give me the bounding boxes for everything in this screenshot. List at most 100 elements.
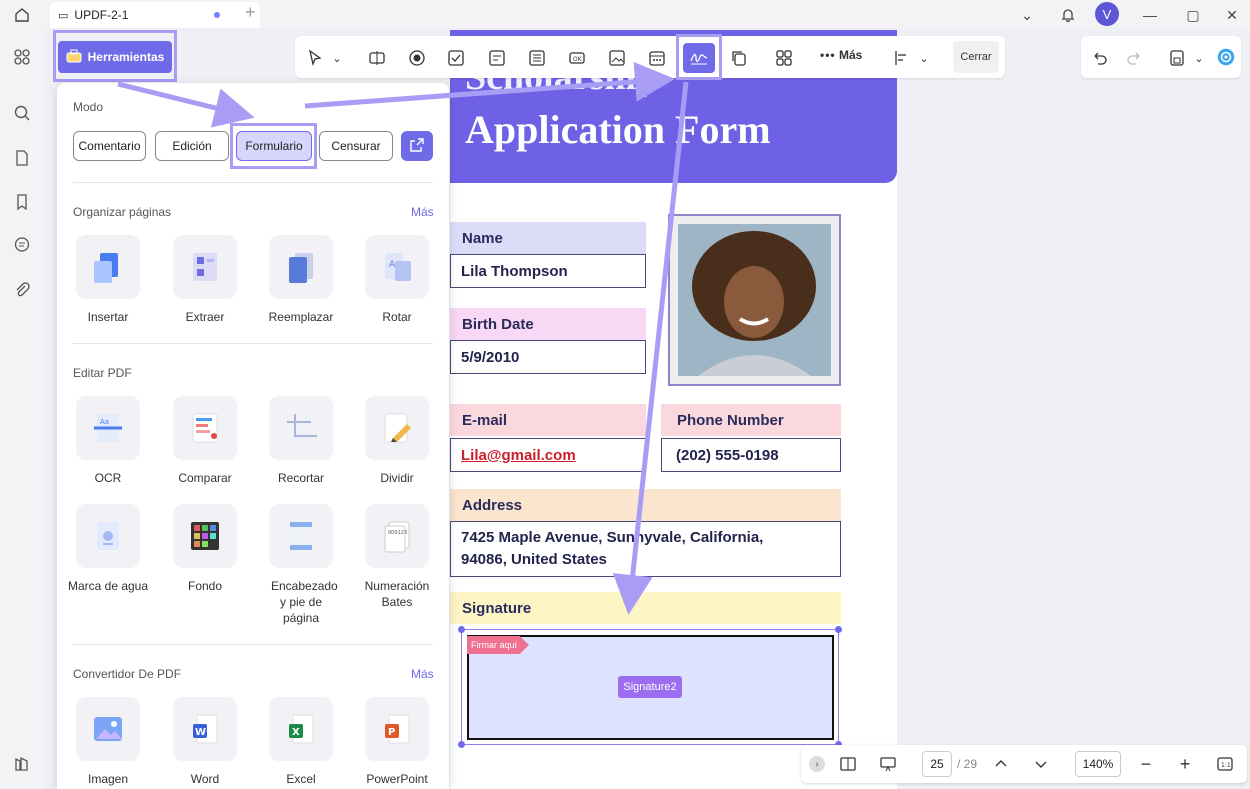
tool-rotar[interactable]: A Rotar: [349, 235, 445, 325]
tool-ocr[interactable]: Aa OCR: [60, 396, 156, 486]
arrange-icon[interactable]: [773, 47, 795, 69]
ai-assistant-icon[interactable]: [1214, 45, 1238, 69]
tool-fondo[interactable]: Fondo: [157, 504, 253, 594]
herramientas-button[interactable]: Herramientas: [58, 41, 172, 73]
document-tab[interactable]: ▭ UPDF-2-1: [50, 2, 260, 28]
bates-numbering-icon: 000123: [365, 504, 429, 568]
resize-handle[interactable]: [458, 741, 465, 748]
left-rail: [0, 28, 44, 789]
pointer-icon[interactable]: [304, 47, 326, 69]
document-icon: ▭: [58, 9, 69, 22]
replace-pages-icon: [269, 235, 333, 299]
close-icon[interactable]: ✕: [1221, 4, 1243, 26]
chevron-up-icon[interactable]: [990, 753, 1012, 775]
svg-text:1:1: 1:1: [1221, 762, 1231, 769]
tool-label: Word: [190, 772, 220, 786]
organizar-mas-link[interactable]: Más: [411, 205, 434, 219]
tool-label: Recortar: [277, 471, 324, 485]
grid-icon[interactable]: [11, 46, 33, 68]
signature-field-tool[interactable]: [683, 43, 715, 73]
zoom-level[interactable]: 140%: [1075, 751, 1121, 777]
chevron-down-icon[interactable]: ⌄: [326, 47, 348, 69]
mas-button[interactable]: ••• Más: [820, 48, 862, 62]
date-field-icon[interactable]: [646, 47, 668, 69]
layers-icon[interactable]: [11, 753, 33, 775]
minimize-icon[interactable]: —: [1139, 4, 1161, 26]
mode-formulario-button[interactable]: Formulario: [236, 131, 312, 161]
tool-extraer[interactable]: Extraer: [157, 235, 253, 325]
bookmark-icon[interactable]: [11, 191, 33, 213]
chevron-down-icon[interactable]: ⌄: [1188, 47, 1210, 69]
zoom-out-icon[interactable]: −: [1135, 753, 1157, 775]
convertidor-mas-link[interactable]: Más: [411, 667, 434, 681]
tool-powerpoint[interactable]: P PowerPoint: [349, 697, 445, 787]
avatar[interactable]: V: [1095, 2, 1119, 26]
tool-recortar[interactable]: Recortar: [253, 396, 349, 486]
cerrar-button[interactable]: Cerrar: [953, 41, 999, 73]
mas-label: Más: [838, 48, 863, 62]
birth-date-field[interactable]: 5/9/2010: [450, 340, 646, 374]
phone-field[interactable]: (202) 555-0198: [661, 438, 841, 472]
undo-icon[interactable]: [1088, 47, 1110, 69]
presentation-icon[interactable]: [877, 753, 899, 775]
button-icon[interactable]: OK: [566, 47, 588, 69]
comment-icon[interactable]: [11, 234, 33, 256]
divider: [73, 182, 433, 183]
checkbox-icon[interactable]: [445, 47, 467, 69]
extract-pages-icon: [173, 235, 237, 299]
tool-insertar[interactable]: Insertar: [60, 235, 156, 325]
address-line2: 94086, United States: [461, 551, 607, 568]
tool-word[interactable]: W Word: [157, 697, 253, 787]
expand-icon[interactable]: ›: [809, 756, 825, 772]
list-box-icon[interactable]: [526, 47, 548, 69]
mode-comentario-button[interactable]: Comentario: [73, 131, 146, 161]
page-total: / 29: [957, 757, 978, 771]
tool-reemplazar[interactable]: Reemplazar: [253, 235, 349, 325]
pages-icon[interactable]: [11, 147, 33, 169]
mode-edicion-button[interactable]: Edición: [155, 131, 229, 161]
save-icon[interactable]: [1166, 47, 1188, 69]
search-icon[interactable]: [11, 102, 33, 124]
copy-fields-icon[interactable]: [728, 47, 750, 69]
new-tab-button[interactable]: +: [245, 2, 256, 23]
redo-icon[interactable]: [1124, 47, 1146, 69]
tool-label: Rotar: [382, 310, 412, 324]
more-dots-icon: •••: [820, 48, 836, 62]
text-field-icon[interactable]: [366, 47, 388, 69]
reading-mode-icon[interactable]: [837, 753, 859, 775]
resize-handle[interactable]: [458, 626, 465, 633]
tool-marca-de-agua[interactable]: Marca de agua: [60, 504, 156, 594]
email-field[interactable]: Lila@gmail.com: [450, 438, 646, 472]
mode-censurar-button[interactable]: Censurar: [319, 131, 393, 161]
external-link-icon: [409, 137, 425, 156]
chevron-down-icon[interactable]: ⌄: [1016, 4, 1038, 26]
align-icon[interactable]: [891, 47, 913, 69]
maximize-icon[interactable]: ▢: [1182, 4, 1204, 26]
unsaved-dot: [214, 12, 220, 18]
tool-dividir[interactable]: Dividir: [349, 396, 445, 486]
bell-icon[interactable]: [1057, 4, 1079, 26]
tool-label: Insertar: [87, 310, 129, 324]
address-field[interactable]: 7425 Maple Avenue, Sunnyvale, California…: [450, 521, 841, 577]
attachment-icon[interactable]: [11, 279, 33, 301]
tool-imagen[interactable]: Imagen: [60, 697, 156, 787]
tool-excel[interactable]: X Excel: [253, 697, 349, 787]
phone-label: Phone Number: [661, 404, 841, 436]
chevron-down-icon[interactable]: [1030, 753, 1052, 775]
tool-comparar[interactable]: Comparar: [157, 396, 253, 486]
tool-numeracion-bates[interactable]: 000123 Numeración Bates: [349, 504, 445, 610]
actual-size-icon[interactable]: 1:1: [1214, 753, 1236, 775]
resize-handle[interactable]: [835, 626, 842, 633]
email-value[interactable]: Lila@gmail.com: [461, 447, 576, 464]
image-field-icon[interactable]: [606, 47, 628, 69]
home-icon[interactable]: [11, 4, 33, 26]
radio-button-icon[interactable]: [406, 47, 428, 69]
page-number-input[interactable]: 25: [922, 751, 952, 777]
tool-encabezado[interactable]: Encabezado y pie de página: [253, 504, 349, 626]
tool-label: Comparar: [178, 471, 232, 485]
open-external-button[interactable]: [401, 131, 433, 161]
zoom-in-icon[interactable]: +: [1174, 753, 1196, 775]
name-field[interactable]: Lila Thompson: [450, 254, 646, 288]
chevron-down-icon[interactable]: ⌄: [913, 47, 935, 69]
dropdown-icon[interactable]: [486, 47, 508, 69]
